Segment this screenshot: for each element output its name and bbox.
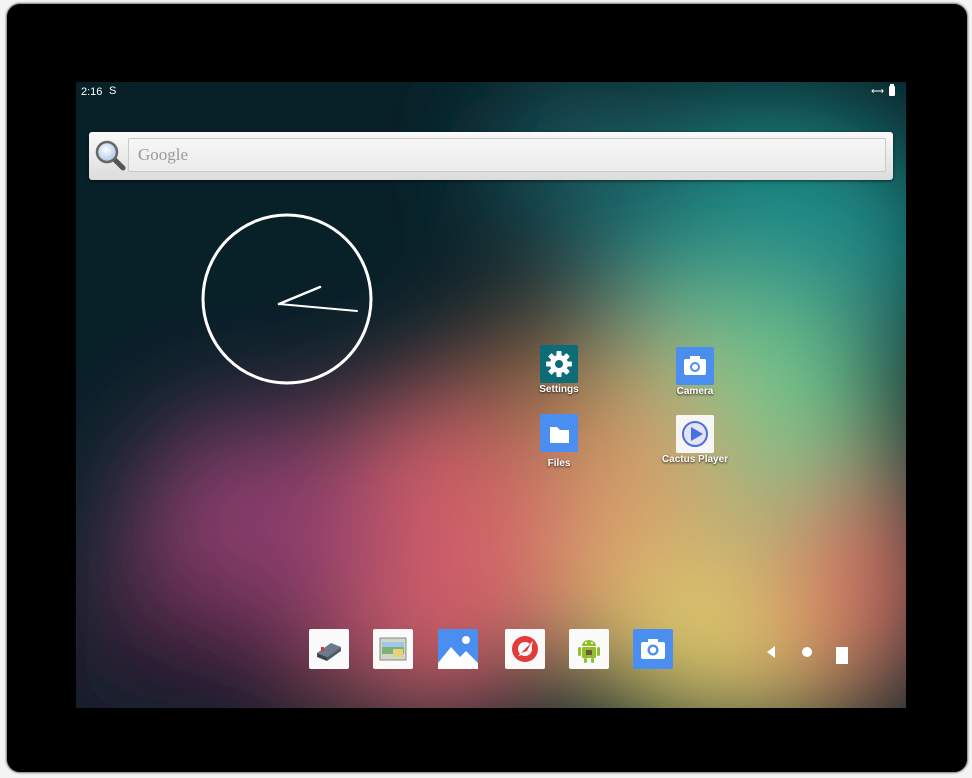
app-label: Cactus Player: [661, 454, 729, 465]
app-settings[interactable]: Settings: [514, 345, 604, 395]
gear-icon: [540, 345, 578, 383]
search-icon[interactable]: [93, 138, 127, 172]
analog-clock-widget[interactable]: [200, 209, 374, 389]
app-label: Camera: [676, 386, 714, 397]
play-icon: [676, 415, 714, 453]
notification-icon: S: [109, 85, 117, 97]
app-cactus-player[interactable]: Cactus Player: [650, 415, 740, 465]
gallery-app-icon[interactable]: [373, 629, 413, 669]
recents-icon[interactable]: [836, 647, 848, 664]
camera-icon: [676, 347, 714, 385]
search-input[interactable]: [128, 138, 886, 172]
wired-connection-icon: ⟷: [871, 86, 884, 96]
home-icon[interactable]: [800, 645, 814, 659]
camera-icon[interactable]: [633, 629, 673, 669]
folder-icon: [540, 414, 578, 452]
battery-icon: [889, 84, 895, 96]
photos-icon[interactable]: [438, 629, 478, 669]
home-screen: 2:16 S ⟷ Google Settings Camera Files Ca…: [76, 82, 906, 708]
back-icon[interactable]: [765, 645, 777, 659]
status-time: 2:16: [81, 86, 103, 98]
network-icon[interactable]: [309, 629, 349, 669]
app-camera[interactable]: Camera: [650, 347, 740, 397]
browser-icon[interactable]: [505, 629, 545, 669]
google-search-bar[interactable]: [89, 132, 893, 180]
hour-hand: [277, 285, 322, 306]
app-label: Files: [547, 458, 571, 469]
app-label: Settings: [539, 384, 579, 395]
minute-hand: [278, 303, 358, 312]
app-files[interactable]: Files: [514, 414, 604, 469]
android-icon[interactable]: [569, 629, 609, 669]
status-bar: 2:16 S ⟷: [76, 82, 906, 102]
